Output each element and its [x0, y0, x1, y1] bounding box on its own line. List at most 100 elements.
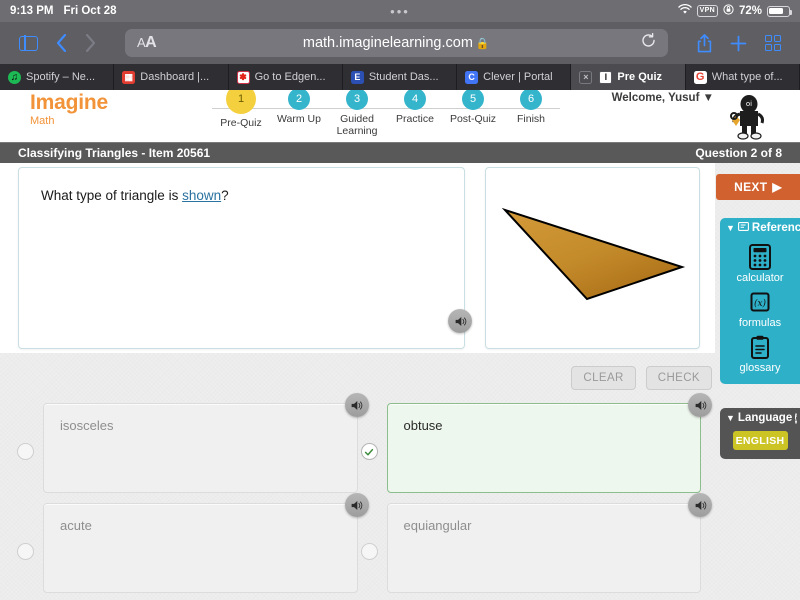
- battery-percent: 72%: [738, 5, 762, 17]
- back-button[interactable]: [49, 34, 74, 52]
- reference-title: Reference: [751, 222, 800, 234]
- imagine-math-logo[interactable]: Imagine Math: [0, 90, 108, 127]
- step-guided-learning[interactable]: 3 Guided Learning: [328, 90, 386, 137]
- clear-button[interactable]: CLEAR: [571, 366, 636, 390]
- answer-speaker-button[interactable]: [688, 393, 712, 417]
- speaker-icon: [695, 500, 706, 510]
- reload-button[interactable]: [641, 32, 656, 53]
- tab-overview-icon: [764, 34, 781, 52]
- answer-label: isosceles: [60, 418, 114, 433]
- answer-card[interactable]: isosceles: [43, 393, 369, 493]
- clever-favicon-icon: C: [465, 70, 479, 84]
- figure-box: [485, 167, 700, 349]
- question-text-after: ?: [221, 188, 229, 203]
- reload-icon: [641, 32, 655, 47]
- close-icon[interactable]: ×: [579, 70, 593, 84]
- edgenuity-favicon-icon: ✽: [236, 70, 250, 84]
- answer-speaker-button[interactable]: [344, 393, 369, 417]
- tab-label: Spotify – Ne...: [26, 71, 96, 83]
- browser-tab[interactable]: ♫ Spotify – Ne...: [0, 64, 115, 90]
- step-label: Practice: [396, 113, 434, 125]
- language-panel-header[interactable]: ▼ Language i: [720, 408, 800, 429]
- reference-tool-glossary[interactable]: glossary: [720, 333, 800, 374]
- forward-button[interactable]: [78, 34, 103, 52]
- tab-label: Student Das...: [368, 71, 439, 83]
- tab-label: Go to Edgen...: [254, 71, 326, 83]
- next-label: NEXT: [734, 180, 768, 194]
- prequiz-favicon-icon: I: [599, 70, 613, 84]
- svg-text:(x): (x): [754, 298, 767, 309]
- answer-speaker-button[interactable]: [344, 493, 369, 517]
- step-label: Pre-Quiz: [220, 117, 262, 129]
- question-content-area: What type of triangle is shown? CLEAR CH…: [0, 163, 800, 600]
- question-prompt-box: What type of triangle is shown?: [18, 167, 465, 349]
- spotify-favicon-icon: ♫: [8, 70, 21, 84]
- answer-card[interactable]: equiangular: [386, 493, 712, 593]
- step-warm-up[interactable]: 2 Warm Up: [270, 90, 328, 125]
- mascot-icon: oi: [730, 95, 764, 140]
- answer-radio-selected[interactable]: [360, 443, 378, 460]
- answer-option-isosceles[interactable]: isosceles: [14, 393, 369, 503]
- answer-radio[interactable]: [360, 543, 378, 560]
- plus-icon: [730, 35, 746, 51]
- speaker-icon: [351, 500, 363, 510]
- step-number: 3: [346, 90, 368, 110]
- browser-tab[interactable]: ✽ Go to Edgen...: [229, 64, 343, 90]
- address-bar[interactable]: AA math.imaginelearning.com 🔒: [125, 29, 668, 57]
- step-number: 5: [462, 90, 484, 110]
- tab-overview-button[interactable]: [758, 34, 789, 52]
- status-left: 9:13 PM Fri Oct 28: [10, 5, 117, 17]
- step-label: Finish: [516, 113, 545, 125]
- sidebar-toggle-button[interactable]: [12, 34, 45, 52]
- vpn-badge: VPN: [696, 5, 718, 17]
- share-icon: [697, 33, 711, 52]
- answer-option-acute[interactable]: acute: [14, 493, 369, 600]
- step-number: 2: [288, 90, 310, 110]
- step-label: Guided Learning: [336, 113, 378, 138]
- answer-card-selected[interactable]: obtuse: [386, 393, 712, 493]
- page-title: Classifying Triangles - Item 20561: [18, 146, 211, 160]
- calculator-icon: [720, 243, 800, 271]
- answer-card[interactable]: acute: [43, 493, 369, 593]
- imagine-math-app: Imagine Math 1 Pre-Quiz 2 Warm Up 3 Guid…: [0, 90, 800, 600]
- tab-label: Dashboard |...: [140, 71, 210, 83]
- answer-speaker-button[interactable]: [688, 493, 712, 517]
- question-text-before: What type of triangle is: [41, 188, 183, 203]
- lock-icon: 🔒: [475, 38, 490, 50]
- step-finish[interactable]: 6 Finish: [502, 90, 560, 125]
- check-button[interactable]: CHECK: [645, 366, 712, 390]
- answer-radio[interactable]: [17, 543, 34, 560]
- tool-label: formulas: [738, 317, 782, 329]
- step-practice[interactable]: 4 Practice: [386, 90, 444, 125]
- step-post-quiz[interactable]: 5 Post-Quiz: [444, 90, 502, 125]
- answer-option-obtuse[interactable]: obtuse: [358, 393, 712, 503]
- reference-panel-header[interactable]: ▼ Reference: [720, 218, 800, 239]
- answer-option-equiangular[interactable]: equiangular: [358, 493, 712, 600]
- step-pre-quiz[interactable]: 1 Pre-Quiz: [212, 90, 270, 129]
- browser-tab[interactable]: E Student Das...: [343, 64, 458, 90]
- answer-options-grid: isosceles obtuse acute equiangular: [0, 393, 715, 600]
- language-english-button[interactable]: ENGLISH: [732, 431, 788, 450]
- info-icon[interactable]: i: [795, 412, 798, 424]
- browser-tab[interactable]: C Clever | Portal: [457, 64, 572, 90]
- share-button[interactable]: [690, 33, 719, 53]
- dashboard-favicon-icon: ▦: [122, 70, 136, 84]
- reference-tool-formulas[interactable]: (x) formulas: [720, 288, 800, 329]
- question-speaker-button[interactable]: [448, 309, 472, 333]
- step-label: Warm Up: [277, 113, 321, 125]
- browser-tab-active[interactable]: × I Pre Quiz: [571, 64, 686, 90]
- answer-radio[interactable]: [17, 443, 34, 460]
- language-title: Language: [737, 412, 793, 424]
- browser-tab[interactable]: ▦ Dashboard |...: [114, 64, 229, 90]
- glossary-link-shown[interactable]: shown: [182, 188, 221, 203]
- battery-icon: [767, 5, 792, 17]
- status-time: 9:13 PM: [10, 5, 54, 17]
- ios-status-bar: 9:13 PM Fri Oct 28 ••• VPN 72%: [0, 0, 800, 22]
- next-button[interactable]: NEXT ▶: [716, 174, 800, 200]
- welcome-menu[interactable]: Welcome, Yusuf ▼: [612, 92, 714, 104]
- browser-tab[interactable]: G What type of...: [686, 64, 800, 90]
- reference-tool-calculator[interactable]: calculator: [720, 243, 800, 284]
- tab-label: Clever | Portal: [483, 71, 553, 83]
- new-tab-button[interactable]: [723, 35, 754, 52]
- sidebar-icon: [19, 34, 38, 52]
